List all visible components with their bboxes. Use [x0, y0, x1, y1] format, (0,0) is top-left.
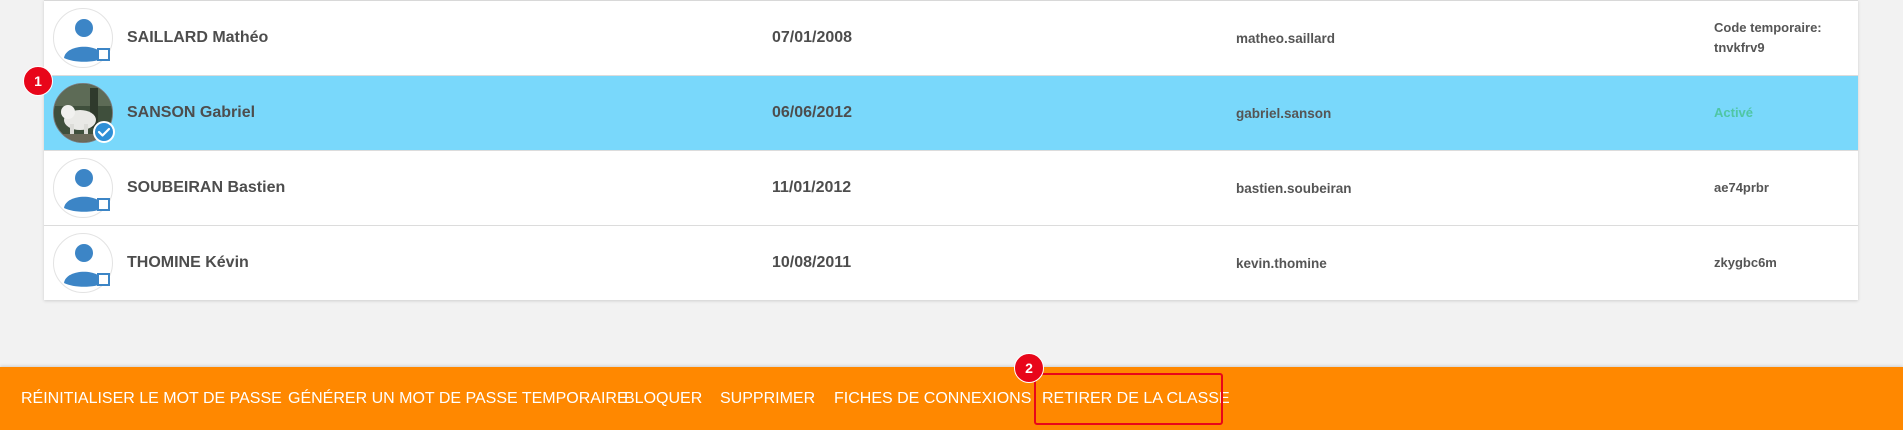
student-status: zkygbc6m	[1714, 255, 1777, 270]
student-status: Code temporaire: tnvkfrv9	[1714, 1, 1822, 75]
student-list: SAILLARD Mathéo 07/01/2008 matheo.sailla…	[44, 0, 1858, 300]
student-birthdate: 07/01/2008	[772, 29, 853, 46]
highlight-box	[1034, 373, 1223, 425]
student-birthdate: 06/06/2012	[772, 104, 853, 121]
checkbox-icon[interactable]	[97, 48, 110, 61]
action-toolbar: RÉINITIALISER LE MOT DE PASSE GÉNÉRER UN…	[0, 367, 1903, 430]
block-button[interactable]: BLOQUER	[624, 367, 702, 430]
student-birthdate: 11/01/2012	[772, 179, 852, 196]
student-name: SAILLARD Mathéo	[127, 29, 269, 46]
student-login: gabriel.sanson	[1236, 105, 1332, 121]
student-name: SOUBEIRAN Bastien	[127, 179, 286, 196]
student-avatar[interactable]	[53, 8, 113, 68]
student-status: Activé	[1714, 105, 1754, 120]
reset-password-button[interactable]: RÉINITIALISER LE MOT DE PASSE	[21, 367, 282, 430]
step-marker-2: 2	[1014, 353, 1044, 383]
student-avatar[interactable]	[53, 158, 113, 218]
temporary-code: tnvkfrv9	[1714, 40, 1765, 55]
student-row-selected[interactable]: SANSON Gabriel 06/06/2012 gabriel.sanson…	[44, 76, 1858, 151]
student-row[interactable]: THOMINE Kévin 10/08/2011 kevin.thomine z…	[44, 226, 1858, 300]
student-row[interactable]: SAILLARD Mathéo 07/01/2008 matheo.sailla…	[44, 1, 1858, 76]
student-name: SANSON Gabriel	[127, 104, 256, 121]
student-avatar[interactable]	[53, 233, 113, 293]
checkbox-icon[interactable]	[97, 198, 110, 211]
delete-button[interactable]: SUPPRIMER	[720, 367, 815, 430]
student-login: matheo.saillard	[1236, 30, 1336, 46]
student-name: THOMINE Kévin	[127, 254, 249, 271]
student-row[interactable]: SOUBEIRAN Bastien 11/01/2012 bastien.sou…	[44, 151, 1858, 226]
student-login: kevin.thomine	[1236, 255, 1327, 271]
student-birthdate: 10/08/2011	[772, 254, 852, 271]
student-status: ae74prbr	[1714, 180, 1769, 195]
step-marker-1: 1	[23, 66, 53, 96]
student-login: bastien.soubeiran	[1236, 180, 1352, 196]
generate-temp-password-button[interactable]: GÉNÉRER UN MOT DE PASSE TEMPORAIRE	[288, 367, 628, 430]
check-circle-icon[interactable]	[93, 121, 115, 143]
connection-sheets-button[interactable]: FICHES DE CONNEXIONS	[834, 367, 1031, 430]
checkbox-icon[interactable]	[97, 273, 110, 286]
status-label: Code temporaire:	[1714, 20, 1822, 35]
